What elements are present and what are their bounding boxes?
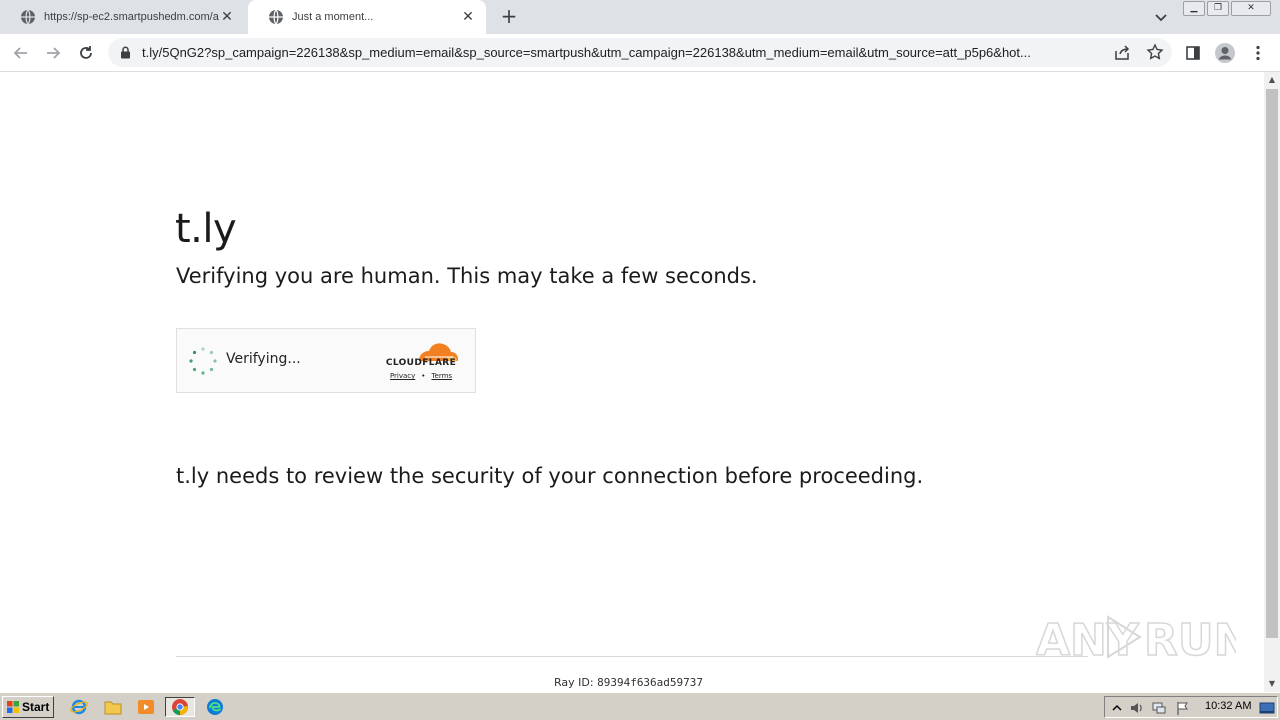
- menu-button[interactable]: [1246, 41, 1270, 65]
- spinner-dot: [209, 367, 214, 372]
- tab-title: Just a moment...: [292, 11, 374, 23]
- media-player-icon: [138, 700, 154, 714]
- close-tab-icon[interactable]: ✕: [460, 9, 476, 25]
- scrollbar-thumb[interactable]: [1266, 89, 1278, 638]
- side-panel-icon: [1186, 46, 1200, 60]
- windows-taskbar: Start 10:32 AM: [0, 692, 1280, 720]
- folder-icon: [104, 701, 122, 715]
- cloudflare-wordmark: CLOUDFLARE: [385, 358, 457, 368]
- kebab-menu-icon: [1256, 45, 1260, 61]
- tab-smartpush[interactable]: https://sp-ec2.smartpushedm.com/a ✕: [0, 0, 245, 34]
- action-center-flag-icon[interactable]: [1175, 700, 1191, 716]
- arrow-right-icon: [47, 47, 61, 59]
- window-controls: ▁ ❐ ✕: [1183, 1, 1271, 17]
- address-bar[interactable]: t.ly/5QnG2?sp_campaign=226138&sp_medium=…: [108, 38, 1172, 67]
- tab-title: https://sp-ec2.smartpushedm.com/a: [44, 11, 219, 23]
- show-hidden-icons-icon[interactable]: [1109, 700, 1125, 716]
- globe-icon: [269, 9, 283, 25]
- scroll-up-arrow[interactable]: ▲: [1264, 72, 1280, 88]
- arrow-left-icon: [13, 47, 27, 59]
- watermark-text: ANY: [1036, 615, 1140, 666]
- url-text[interactable]: t.ly/5QnG2?sp_campaign=226138&sp_medium=…: [142, 38, 1104, 67]
- tab-just-a-moment[interactable]: Just a moment... ✕: [248, 0, 486, 34]
- spinner-dot: [189, 359, 193, 363]
- network-icon[interactable]: [1151, 700, 1167, 716]
- profile-button[interactable]: [1213, 41, 1237, 65]
- lock-icon[interactable]: [120, 46, 131, 59]
- spinner-icon: [189, 347, 217, 375]
- avatar-icon: [1215, 43, 1235, 63]
- privacy-link[interactable]: Privacy: [390, 372, 415, 380]
- ie-taskbar-button[interactable]: [68, 697, 90, 717]
- spinner-dot: [192, 367, 197, 372]
- restore-button[interactable]: ❐: [1207, 1, 1229, 16]
- verifying-status: Verifying...: [226, 351, 301, 367]
- explorer-taskbar-button[interactable]: [102, 697, 124, 717]
- page-content: t.ly Verifying you are human. This may t…: [0, 72, 1264, 692]
- verification-subtitle: Verifying you are human. This may take a…: [176, 264, 758, 288]
- chevron-down-icon[interactable]: [1152, 8, 1170, 26]
- ray-id: Ray ID: 89394f636ad59737: [554, 676, 703, 689]
- taskbar-clock[interactable]: 10:32 AM: [1205, 700, 1251, 712]
- side-panel-button[interactable]: [1181, 41, 1205, 65]
- watermark-text-run: RUN: [1144, 615, 1236, 666]
- link-separator: •: [421, 372, 426, 380]
- globe-icon: [21, 9, 35, 25]
- spinner-dot: [192, 350, 197, 355]
- page-title: t.ly: [175, 206, 237, 252]
- reload-button[interactable]: [74, 41, 98, 65]
- new-tab-button[interactable]: +: [498, 6, 520, 28]
- footer-divider: [176, 656, 1088, 657]
- minimize-button[interactable]: ▁: [1183, 1, 1205, 16]
- start-button[interactable]: Start: [2, 696, 54, 718]
- terms-link[interactable]: Terms: [431, 372, 452, 380]
- close-window-button[interactable]: ✕: [1231, 1, 1271, 16]
- forward-button[interactable]: [41, 41, 65, 65]
- cloudflare-challenge-widget: Verifying... CLOUDFLARE Privacy • Terms: [176, 328, 476, 393]
- system-tray: 10:32 AM: [1104, 696, 1278, 718]
- ray-id-value: 89394f636ad59737: [597, 676, 704, 689]
- internet-explorer-icon: [70, 699, 88, 715]
- spinner-dot: [201, 347, 205, 351]
- widget-links: Privacy • Terms: [381, 372, 461, 380]
- page-scrollbar[interactable]: ▲ ▼: [1264, 72, 1280, 692]
- show-desktop-icon[interactable]: [1259, 700, 1275, 716]
- start-label: Start: [22, 700, 50, 714]
- security-review-text: t.ly needs to review the security of you…: [176, 464, 924, 488]
- bookmark-star-icon[interactable]: [1146, 43, 1164, 61]
- windows-logo-icon: [7, 701, 19, 713]
- close-tab-icon[interactable]: ✕: [219, 9, 235, 25]
- back-button[interactable]: [9, 41, 33, 65]
- browser-toolbar: t.ly/5QnG2?sp_campaign=226138&sp_medium=…: [0, 34, 1280, 72]
- share-icon[interactable]: [1114, 44, 1131, 61]
- chrome-taskbar-button[interactable]: [165, 697, 195, 717]
- media-player-taskbar-button[interactable]: [135, 697, 157, 717]
- spinner-dot: [213, 359, 217, 363]
- edge-icon: [207, 699, 223, 715]
- ray-id-label: Ray ID:: [554, 676, 594, 689]
- anyrun-watermark: ANY RUN: [1036, 614, 1236, 667]
- scroll-down-arrow[interactable]: ▼: [1264, 676, 1280, 692]
- chrome-icon: [172, 699, 188, 715]
- edge-taskbar-button[interactable]: [204, 697, 226, 717]
- spinner-dot: [201, 371, 205, 375]
- volume-icon[interactable]: [1129, 700, 1145, 716]
- tab-strip: https://sp-ec2.smartpushedm.com/a ✕ Just…: [0, 0, 1280, 34]
- spinner-dot: [209, 350, 214, 355]
- reload-icon: [80, 46, 92, 59]
